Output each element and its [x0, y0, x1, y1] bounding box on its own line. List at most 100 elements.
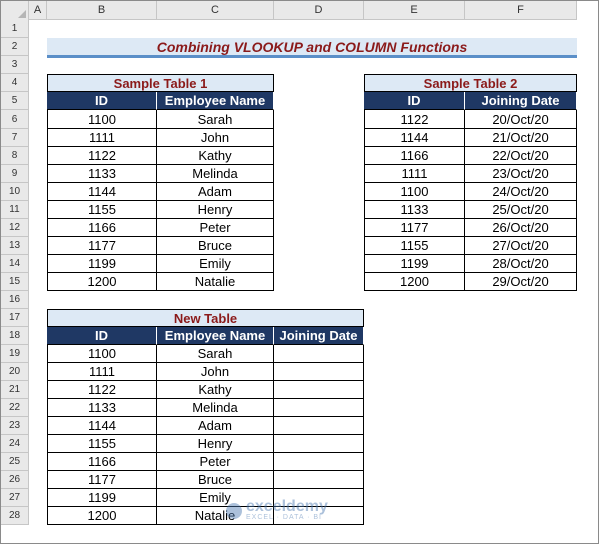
table-cell[interactable]: Bruce — [157, 237, 274, 255]
table-cell[interactable]: 1111 — [47, 129, 157, 147]
table-cell[interactable]: 1122 — [47, 147, 157, 165]
table-cell[interactable]: 1133 — [47, 399, 157, 417]
column-header-cell[interactable]: Joining Date — [274, 327, 364, 345]
table-cell[interactable]: Peter — [157, 219, 274, 237]
table-cell[interactable]: 1155 — [364, 237, 465, 255]
row-header-23[interactable]: 23 — [1, 417, 29, 435]
table-cell[interactable]: 1100 — [47, 345, 157, 363]
table-cell[interactable]: Adam — [157, 183, 274, 201]
column-header-cell[interactable]: ID — [47, 327, 157, 345]
table-cell[interactable]: 1111 — [364, 165, 465, 183]
table-cell[interactable]: Adam — [157, 417, 274, 435]
table-cell[interactable]: 1199 — [47, 255, 157, 273]
table-cell[interactable]: John — [157, 363, 274, 381]
column-header-F[interactable]: F — [465, 1, 577, 20]
row-header-13[interactable]: 13 — [1, 237, 29, 255]
row-header-27[interactable]: 27 — [1, 489, 29, 507]
table-cell[interactable]: Kathy — [157, 147, 274, 165]
table-cell[interactable]: Emily — [157, 255, 274, 273]
table-cell[interactable]: Melinda — [157, 399, 274, 417]
table-cell[interactable] — [274, 399, 364, 417]
column-header-B[interactable]: B — [47, 1, 157, 20]
column-header-cell[interactable]: Joining Date — [465, 92, 577, 110]
sheet-title[interactable]: Combining VLOOKUP and COLUMN Functions — [47, 38, 577, 58]
table-cell[interactable]: 1100 — [364, 183, 465, 201]
table-cell[interactable]: 1111 — [47, 363, 157, 381]
row-header-3[interactable]: 3 — [1, 56, 29, 74]
row-header-24[interactable]: 24 — [1, 435, 29, 453]
table-cell[interactable]: 1122 — [364, 110, 465, 129]
row-header-14[interactable]: 14 — [1, 255, 29, 273]
column-header-cell[interactable]: ID — [364, 92, 465, 110]
table-cell[interactable]: John — [157, 129, 274, 147]
table-cell[interactable]: 27/Oct/20 — [465, 237, 577, 255]
column-header-E[interactable]: E — [364, 1, 465, 20]
row-header-22[interactable]: 22 — [1, 399, 29, 417]
table-cell[interactable]: 1155 — [47, 201, 157, 219]
table-cell[interactable]: Melinda — [157, 165, 274, 183]
column-header-cell[interactable]: Employee Name — [157, 92, 274, 110]
table-cell[interactable]: 1133 — [47, 165, 157, 183]
table-cell[interactable]: 25/Oct/20 — [465, 201, 577, 219]
table-cell[interactable]: 20/Oct/20 — [465, 110, 577, 129]
table-cell[interactable]: Natalie — [157, 273, 274, 291]
row-header-18[interactable]: 18 — [1, 327, 29, 345]
row-header-26[interactable]: 26 — [1, 471, 29, 489]
table-cell[interactable]: 1200 — [364, 273, 465, 291]
table-cell[interactable]: 1122 — [47, 381, 157, 399]
table-cell[interactable]: 1177 — [364, 219, 465, 237]
row-header-28[interactable]: 28 — [1, 507, 29, 525]
row-header-12[interactable]: 12 — [1, 219, 29, 237]
table-cell[interactable]: 1100 — [47, 110, 157, 129]
table-title[interactable]: Sample Table 1 — [47, 74, 274, 92]
table-cell[interactable]: 1133 — [364, 201, 465, 219]
row-header-25[interactable]: 25 — [1, 453, 29, 471]
table-cell[interactable]: Sarah — [157, 110, 274, 129]
table-cell[interactable]: 24/Oct/20 — [465, 183, 577, 201]
table-cell[interactable]: 1177 — [47, 471, 157, 489]
table-cell[interactable]: 29/Oct/20 — [465, 273, 577, 291]
table-cell[interactable] — [274, 381, 364, 399]
row-header-6[interactable]: 6 — [1, 110, 29, 129]
row-header-5[interactable]: 5 — [1, 92, 29, 110]
table-cell[interactable]: 22/Oct/20 — [465, 147, 577, 165]
row-header-21[interactable]: 21 — [1, 381, 29, 399]
table-cell[interactable]: 1144 — [47, 183, 157, 201]
table-cell[interactable]: 1166 — [364, 147, 465, 165]
table-cell[interactable]: Bruce — [157, 471, 274, 489]
table-cell[interactable]: 1166 — [47, 453, 157, 471]
row-header-9[interactable]: 9 — [1, 165, 29, 183]
table-cell[interactable]: 1144 — [47, 417, 157, 435]
table-cell[interactable]: 1200 — [47, 273, 157, 291]
row-header-16[interactable]: 16 — [1, 291, 29, 309]
table-cell[interactable]: 23/Oct/20 — [465, 165, 577, 183]
table-cell[interactable]: 1155 — [47, 435, 157, 453]
table-cell[interactable]: 28/Oct/20 — [465, 255, 577, 273]
row-header-11[interactable]: 11 — [1, 201, 29, 219]
table-title[interactable]: New Table — [47, 309, 364, 327]
table-cell[interactable]: Kathy — [157, 381, 274, 399]
row-header-7[interactable]: 7 — [1, 129, 29, 147]
table-cell[interactable]: 1199 — [47, 489, 157, 507]
table-cell[interactable] — [274, 453, 364, 471]
column-header-cell[interactable]: ID — [47, 92, 157, 110]
table-cell[interactable]: 1200 — [47, 507, 157, 525]
table-cell[interactable]: Peter — [157, 453, 274, 471]
table-cell[interactable] — [274, 471, 364, 489]
column-header-A[interactable]: A — [29, 1, 47, 20]
table-title[interactable]: Sample Table 2 — [364, 74, 577, 92]
column-header-C[interactable]: C — [157, 1, 274, 20]
row-header-20[interactable]: 20 — [1, 363, 29, 381]
table-cell[interactable] — [274, 435, 364, 453]
row-header-17[interactable]: 17 — [1, 309, 29, 327]
table-cell[interactable] — [274, 363, 364, 381]
table-cell[interactable]: Sarah — [157, 345, 274, 363]
table-cell[interactable]: 1166 — [47, 219, 157, 237]
table-cell[interactable]: 21/Oct/20 — [465, 129, 577, 147]
row-header-19[interactable]: 19 — [1, 345, 29, 363]
row-header-8[interactable]: 8 — [1, 147, 29, 165]
row-header-1[interactable]: 1 — [1, 20, 29, 38]
row-header-2[interactable]: 2 — [1, 38, 29, 56]
row-header-15[interactable]: 15 — [1, 273, 29, 291]
table-cell[interactable] — [274, 417, 364, 435]
